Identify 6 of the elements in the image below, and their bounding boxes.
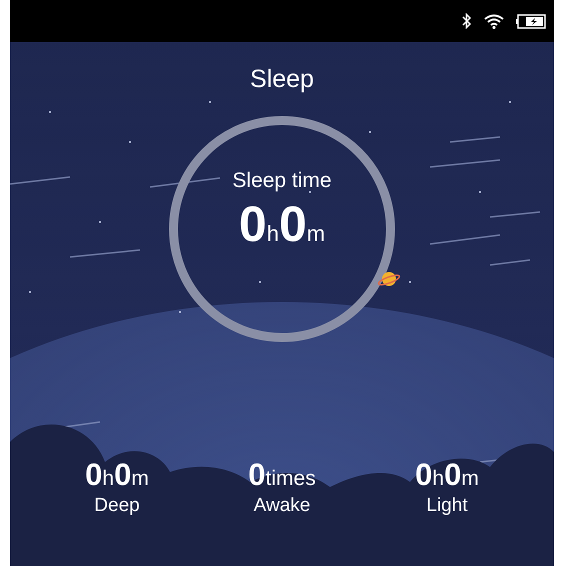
stat-label: Light [426, 494, 468, 518]
screen-title: Sleep [250, 64, 314, 94]
stat-label: Awake [254, 494, 310, 518]
sleep-time-label: Sleep time [232, 168, 332, 194]
planet-icon [377, 270, 401, 288]
stat-label: Deep [94, 494, 140, 518]
